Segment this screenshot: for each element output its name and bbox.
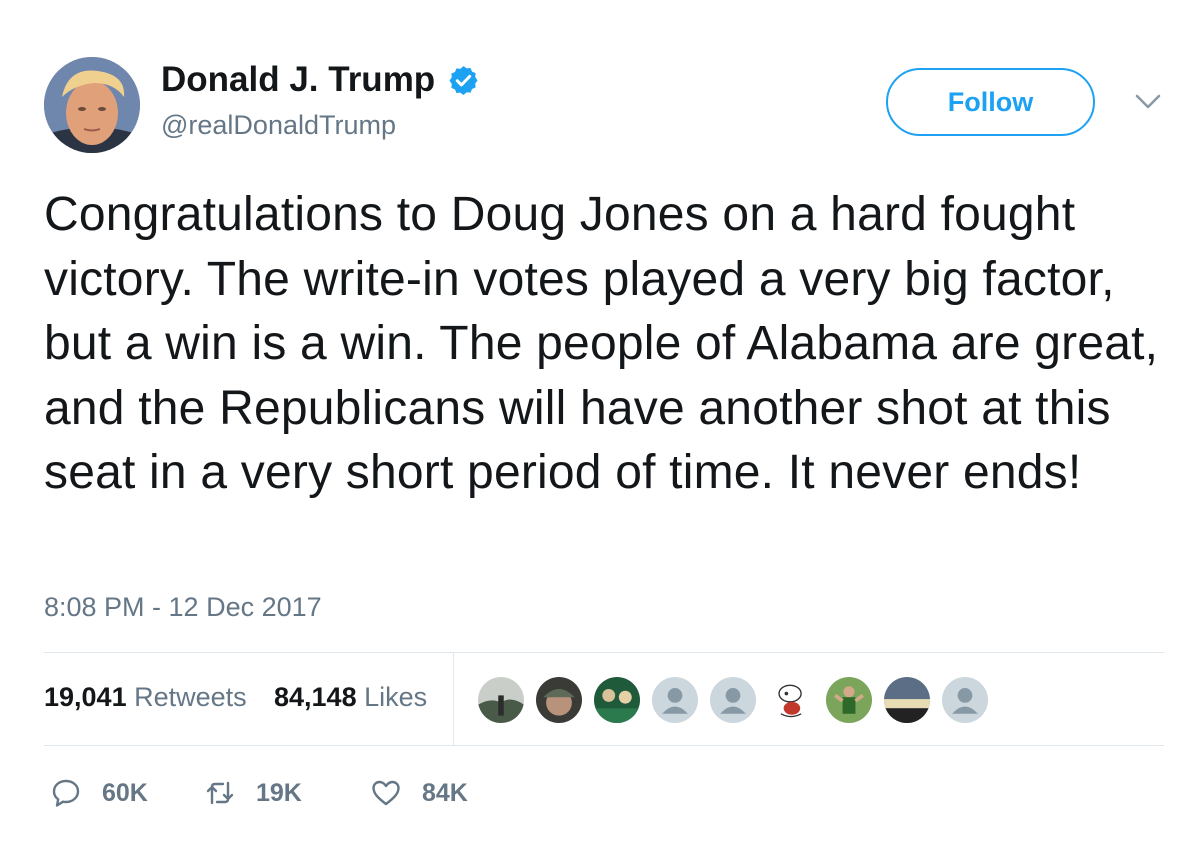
display-name[interactable]: Donald J. Trump [161,60,435,100]
liker-avatar[interactable] [824,675,874,725]
divider [44,745,1164,746]
divider [44,652,1164,653]
reply-button[interactable]: 60K [50,776,148,810]
verified-badge-icon [449,66,478,95]
heart-icon [372,780,400,806]
liker-avatar[interactable] [476,675,526,725]
retweet-icon [206,781,234,805]
likes-count: 84,148 [274,682,357,712]
liker-avatar[interactable] [650,675,700,725]
avatar[interactable] [44,57,140,153]
retweets-count: 19,041 [44,682,127,712]
retweets-stat[interactable]: 19,041 Retweets [44,682,247,713]
tweet-text: Congratulations to Doug Jones on a hard … [44,188,1159,499]
retweet-button[interactable]: 19K [204,776,302,810]
tweet-timestamp[interactable]: 8:08 PM - 12 Dec 2017 [44,592,322,623]
retweet-count: 19K [256,778,302,807]
liker-avatar[interactable] [534,675,584,725]
avatar-image [44,57,140,153]
tweet-card: Donald J. Trump @realDonaldTrump Follow … [0,0,1204,860]
liker-avatar[interactable] [766,675,816,725]
likes-label: Likes [364,682,428,712]
user-handle[interactable]: @realDonaldTrump [161,110,396,141]
divider [453,653,454,745]
liker-avatar[interactable] [708,675,758,725]
liker-avatar[interactable] [592,675,642,725]
reply-icon [52,779,80,807]
reply-count: 60K [102,778,148,807]
liker-avatar[interactable] [940,675,990,725]
chevron-down-icon[interactable] [1134,92,1162,112]
retweets-label: Retweets [134,682,247,712]
liker-avatar[interactable] [882,675,932,725]
follow-button[interactable]: Follow [886,68,1095,136]
likes-stat[interactable]: 84,148 Likes [274,682,427,713]
like-button[interactable]: 84K [370,776,468,810]
like-count: 84K [422,778,468,807]
